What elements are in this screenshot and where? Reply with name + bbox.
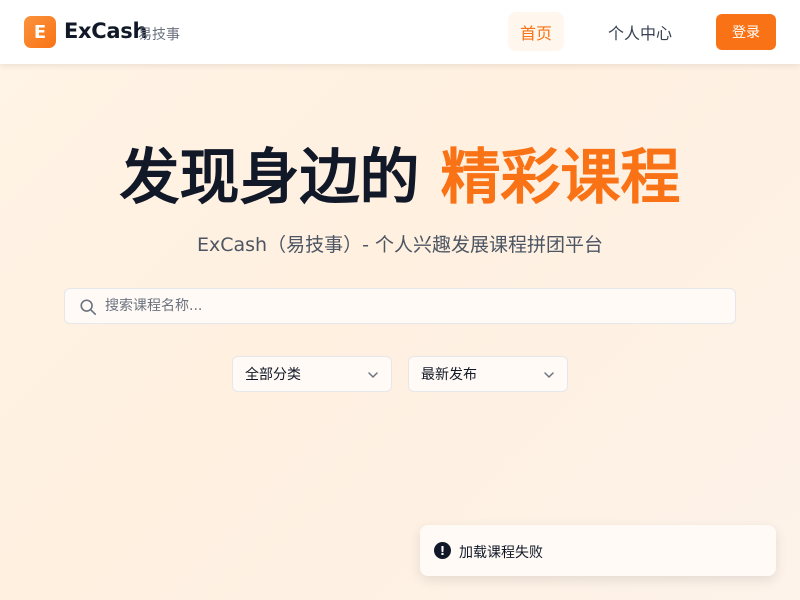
sort-select-value: 最新发布 bbox=[421, 367, 477, 383]
category-select-value: 全部分类 bbox=[245, 367, 301, 383]
search-icon bbox=[80, 299, 97, 316]
app-header: E ExCash 易技事 首页 个人中心 登录 bbox=[0, 0, 800, 64]
chevron-down-icon bbox=[368, 372, 378, 378]
hero-title-accent: 精彩课程 bbox=[440, 143, 681, 213]
error-icon: ! bbox=[434, 542, 451, 559]
logo-letter: E bbox=[33, 21, 47, 43]
nav-home[interactable]: 首页 bbox=[508, 12, 564, 51]
nav-home-label: 首页 bbox=[519, 23, 552, 43]
brand-name[interactable]: ExCash bbox=[64, 19, 147, 43]
hero-subtitle: ExCash（易技事）- 个人兴趣发展课程拼团平台 bbox=[197, 234, 603, 256]
hero-title: 发现身边的 精彩课程 bbox=[0, 138, 800, 218]
brand-subtitle: 易技事 bbox=[138, 27, 180, 43]
nav-user-center-label: 个人中心 bbox=[607, 23, 672, 43]
logo-icon[interactable]: E bbox=[24, 16, 56, 48]
search-bar[interactable] bbox=[64, 288, 736, 324]
chevron-down-icon bbox=[544, 372, 554, 378]
category-select[interactable]: 全部分类 bbox=[232, 356, 392, 392]
search-input[interactable] bbox=[105, 289, 725, 323]
login-button[interactable]: 登录 bbox=[716, 14, 776, 50]
hero-title-main: 发现身边的 bbox=[119, 143, 420, 213]
sort-select[interactable]: 最新发布 bbox=[408, 356, 568, 392]
error-toast: ! 加载课程失败 bbox=[420, 525, 776, 576]
nav-user-center[interactable]: 个人中心 bbox=[596, 12, 684, 51]
toast-message: 加载课程失败 bbox=[459, 545, 543, 561]
